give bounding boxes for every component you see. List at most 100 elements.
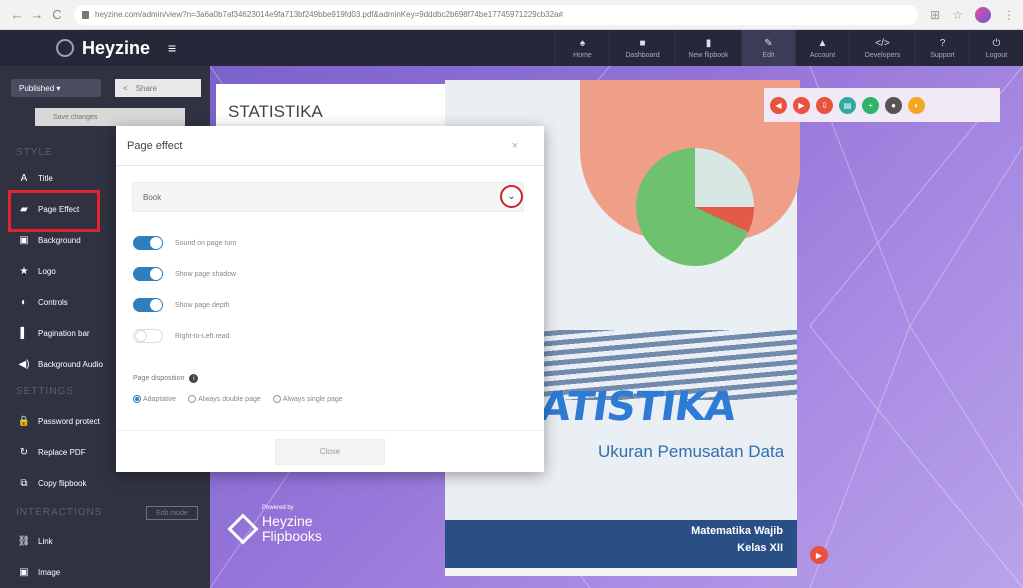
back-icon[interactable]: ← (8, 6, 26, 24)
chevron-down-icon[interactable]: ⌄ (500, 185, 523, 208)
reload-icon[interactable]: C (48, 6, 66, 24)
toggle-switch[interactable] (133, 298, 163, 312)
page-disposition-options: Adaptative Always double page Always singl… (133, 395, 343, 403)
browser-actions: ⊞ ☆ ⋮ (930, 6, 1015, 23)
heyzine-flipbooks-logo[interactable]: Heyzine Flipbooks (227, 513, 322, 545)
next-icon[interactable]: ▶ (793, 96, 810, 114)
topnav-label: New flipbook (688, 51, 729, 59)
copy-flipbook-icon: ⧉ (20, 477, 28, 489)
home-icon: ♠ (579, 37, 586, 49)
topnav-label: Logout (985, 51, 1008, 59)
sidebar-item-label: Background (38, 235, 81, 245)
toggle-label: Show page depth (175, 301, 230, 309)
page-effect-select[interactable]: Book (132, 182, 524, 212)
zoom-icon[interactable]: + (862, 96, 879, 114)
support-icon: ? (939, 37, 946, 49)
sidebar-item-label: Pagination bar (38, 328, 90, 338)
modal-title: Page effect (127, 139, 183, 152)
page-disposition-text: Page disposition (133, 375, 185, 382)
modal-close-icon[interactable]: × (512, 140, 518, 152)
book-grade: Kelas XII (737, 542, 783, 554)
logo[interactable]: Heyzine ≡ (0, 38, 210, 59)
radio-always-double-page[interactable]: Always double page (188, 395, 261, 403)
toggle-knob (150, 268, 162, 280)
background-icon: ▣ (19, 234, 29, 246)
book-cover-subtitle: Ukuran Pemusatan Data (598, 442, 785, 461)
topnav-account[interactable]: ▲ Account (795, 30, 849, 66)
toggle-switch[interactable] (133, 236, 163, 250)
topnav-new-flipbook[interactable]: ▮ New flipbook (675, 30, 741, 66)
powered-by-label: Powered by (262, 505, 294, 511)
close-button[interactable]: Close (275, 438, 385, 465)
book-subject: Matematika Wajib (691, 525, 783, 537)
topnav-label: Home (573, 51, 592, 59)
radio-dot[interactable] (272, 395, 281, 403)
topnav-logout[interactable]: ⏻ Logout (969, 30, 1023, 66)
sidebar-item-image[interactable]: ▣ Image (0, 557, 210, 587)
toggle-label: Right-to-Left read (175, 332, 230, 340)
lock-icon (82, 10, 89, 19)
image-icon: ▣ (19, 566, 29, 578)
sidebar-item-label: Password protect (38, 416, 100, 426)
profile-avatar[interactable] (975, 6, 991, 23)
sidebar-item-label: Copy flipbook (38, 478, 87, 488)
share-icon: < (123, 83, 128, 93)
radio-dot[interactable] (188, 395, 197, 403)
prev-icon[interactable]: ◀ (770, 96, 787, 114)
annotation-highlight (8, 190, 100, 232)
sound-icon[interactable]: ◐ (908, 96, 925, 114)
kebab-menu-icon[interactable]: ⋮ (1003, 8, 1015, 22)
save-changes-button[interactable]: Save changes (35, 108, 185, 126)
topnav-dashboard[interactable]: ■ Dashboard (609, 30, 675, 66)
toggle-row: Show page depth (133, 297, 230, 313)
preview-title: STATISTIKA (228, 102, 323, 121)
radio-dot[interactable] (133, 395, 141, 403)
topnav-edit[interactable]: ✎ Edit (741, 30, 795, 66)
star-icon[interactable]: ☆ (952, 8, 963, 22)
toggle-switch[interactable] (133, 267, 163, 281)
dashboard-icon: ■ (639, 37, 646, 49)
edit-mode-button[interactable]: Edit mode (146, 506, 198, 520)
radio-adaptative[interactable]: Adaptative (133, 395, 176, 403)
translate-icon[interactable]: ⊞ (930, 8, 940, 22)
forward-icon[interactable]: → (28, 6, 46, 24)
topnav-support[interactable]: ? Support (915, 30, 969, 66)
url-text: heyzine.com/admin/view?n=3a6a0b7af346230… (95, 10, 563, 19)
share-button[interactable]: < Share (115, 79, 201, 97)
fullscreen-icon[interactable]: ● (885, 96, 902, 114)
radio-label: Adaptative (143, 395, 177, 403)
toggle-knob (135, 330, 147, 342)
heyzine-mark-icon (227, 513, 259, 545)
topnav-label: Support (930, 51, 955, 59)
radio-always-single-page[interactable]: Always single page (272, 395, 343, 403)
background-audio-icon: ◀) (18, 358, 30, 370)
toggle-row: Show page shadow (133, 266, 236, 282)
hamburger-menu-icon[interactable]: ≡ (168, 40, 176, 56)
sidebar-item-label: Title (38, 173, 53, 183)
sidebar-item-link[interactable]: ⛓ Link (0, 526, 210, 556)
sidebar-item-copy-flipbook[interactable]: ⧉ Copy flipbook (0, 468, 210, 498)
topnav-label: Developers (864, 51, 901, 59)
book-cover-title: ATISTIKA (536, 384, 739, 430)
topnav-home[interactable]: ♠ Home (555, 30, 609, 66)
sidebar-item-label: Controls (38, 297, 68, 307)
modal-footer: Close (116, 430, 544, 472)
link-icon: ⛓ (17, 535, 31, 547)
toggle-knob (150, 299, 162, 311)
account-icon: ▲ (817, 37, 828, 49)
sidebar-item-label: Image (38, 567, 61, 577)
address-bar[interactable]: heyzine.com/admin/view?n=3a6a0b7af346230… (74, 4, 919, 25)
info-icon[interactable]: i (189, 374, 199, 383)
print-icon[interactable]: ▤ (839, 96, 856, 114)
brand-line1: Heyzine (262, 513, 313, 529)
published-dropdown[interactable]: Published ▾ (11, 79, 101, 97)
toggle-row: Sound on page turn (133, 235, 237, 251)
topnav-developers[interactable]: </> Developers (849, 30, 915, 66)
cover-stripe (445, 568, 797, 576)
book-cover-footer: Matematika Wajib Kelas XII (445, 520, 797, 568)
next-page-button[interactable]: ▶ (810, 546, 828, 564)
toggle-switch[interactable] (133, 329, 163, 343)
page-disposition-label: Page disposition i (133, 374, 199, 383)
sidebar-item-label: Link (38, 536, 53, 546)
download-icon[interactable]: ⇩ (816, 96, 833, 114)
